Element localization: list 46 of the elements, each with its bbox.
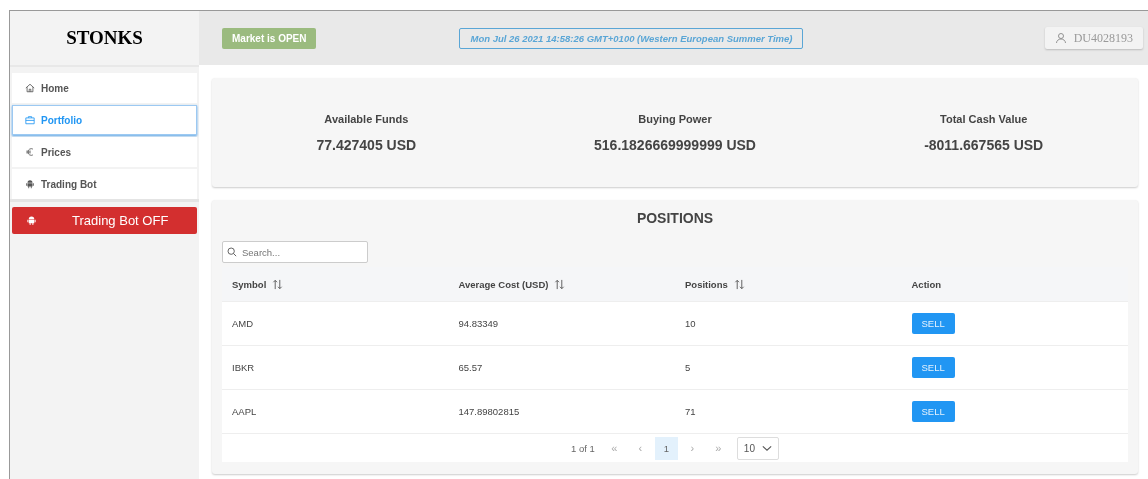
fund-label: Buying Power bbox=[638, 112, 712, 125]
sell-button[interactable]: SELL bbox=[911, 313, 955, 334]
nav-item[interactable]: Portfolio bbox=[12, 105, 197, 135]
fund-label: Available Funds bbox=[324, 112, 409, 125]
nav-item[interactable]: Trading Bot bbox=[12, 169, 197, 199]
nav-item[interactable]: Home bbox=[12, 73, 197, 103]
table-cell: 65.57 bbox=[448, 345, 675, 390]
market-status-badge: Market is OPEN bbox=[222, 27, 317, 49]
sort-icon bbox=[554, 278, 566, 290]
page-button[interactable]: 1 bbox=[654, 436, 678, 460]
table-cell: 10 bbox=[675, 301, 902, 346]
fund-value: -8011.667565 USD bbox=[924, 136, 1044, 153]
trading-bot-toggle[interactable]: Trading Bot OFF bbox=[12, 207, 197, 234]
page-summary: 1 of 1 bbox=[571, 442, 595, 454]
home-icon bbox=[25, 83, 35, 93]
nav-label: Portfolio bbox=[41, 114, 83, 126]
euro-icon bbox=[25, 147, 35, 157]
fund-value: 516.1826669999999 USD bbox=[594, 136, 756, 153]
sell-button[interactable]: SELL bbox=[911, 401, 955, 422]
nav-item[interactable]: Prices bbox=[12, 137, 197, 167]
briefcase-icon bbox=[25, 115, 35, 125]
table-cell: AAPL bbox=[222, 389, 449, 433]
table-cell: AMD bbox=[222, 301, 449, 346]
robot-icon bbox=[25, 179, 35, 189]
fund-label: Total Cash Value bbox=[940, 112, 1028, 125]
page-size-dropdown[interactable]: 10 bbox=[736, 436, 779, 460]
table-cell: 71 bbox=[675, 389, 902, 433]
nav-label: Trading Bot bbox=[41, 178, 97, 190]
account-button[interactable]: DU4028193 bbox=[1044, 27, 1143, 49]
sort-icon bbox=[272, 278, 284, 290]
table-cell: 147.89802815 bbox=[448, 389, 675, 433]
table-cell: IBKR bbox=[222, 345, 449, 390]
table-cell: 5 bbox=[675, 345, 902, 390]
datetime-display: Mon Jul 26 2021 14:58:26 GMT+0100 (Western European Summer Time) bbox=[459, 27, 804, 49]
positions-title: POSITIONS bbox=[635, 210, 715, 226]
fund-value: 77.427405 USD bbox=[316, 136, 417, 153]
sell-button[interactable]: SELL bbox=[911, 357, 955, 378]
search-field[interactable]: Search... bbox=[222, 241, 368, 263]
nav-label: Home bbox=[41, 82, 69, 94]
table-cell: 94.83349 bbox=[448, 301, 675, 346]
robot-icon bbox=[26, 215, 37, 226]
search-icon bbox=[227, 247, 237, 257]
nav-label: Prices bbox=[41, 146, 72, 158]
user-icon bbox=[1054, 32, 1067, 44]
chevron-down-icon bbox=[761, 444, 772, 452]
sort-icon bbox=[733, 278, 745, 290]
